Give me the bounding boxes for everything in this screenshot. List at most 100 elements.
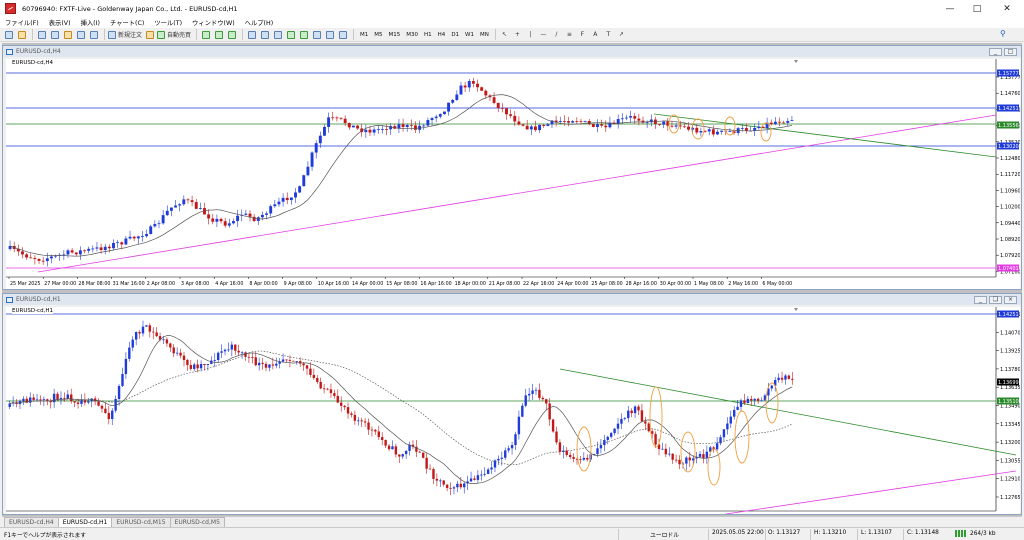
vertical-line-icon[interactable]: |	[525, 29, 536, 41]
candle-body	[633, 406, 637, 414]
cursor-icon[interactable]: ↖	[499, 29, 510, 41]
timeframe-h4[interactable]: H4	[435, 32, 449, 38]
candle-body	[778, 121, 781, 123]
chart-symbol-label: EURUSD-cd,H4	[12, 60, 53, 66]
timeframe-m5[interactable]: M5	[371, 32, 385, 38]
chart-window-h1[interactable]: EURUSD-cd,H1 _❏× EURUSD-cd,H1 1.14251 1.1…	[2, 293, 1022, 515]
chart-window-titlebar[interactable]: EURUSD-cd,H1 _ ❏ ×	[3, 294, 1021, 305]
horizontal-line-icon[interactable]: —	[538, 29, 549, 41]
chart-minimize-button[interactable]: _	[989, 47, 1002, 56]
h1-plot-area[interactable]: EURUSD-cd,H1 1.142511.140701.139251.1378…	[6, 307, 1020, 514]
terminal-icon[interactable]	[75, 29, 86, 41]
periods-icon[interactable]	[324, 29, 335, 41]
menu-chart[interactable]: チャート(C)	[105, 18, 149, 27]
menu-window[interactable]: ウィンドウ(W)	[187, 18, 240, 27]
menu-insert[interactable]: 挿入(I)	[76, 18, 105, 27]
candle-body	[372, 129, 376, 133]
zoom-in-icon[interactable]	[246, 29, 257, 41]
candle-body	[136, 236, 140, 239]
candle-body	[463, 85, 467, 88]
tile-icon[interactable]	[272, 29, 283, 41]
connection-status[interactable]: 264/3 kb	[955, 530, 996, 537]
templates-icon[interactable]	[337, 29, 348, 41]
window-titlebar[interactable]: 60796940: FXTF-Live - Goldenway Japan Co…	[0, 0, 1024, 17]
candle-body	[452, 487, 456, 489]
chart-restore-button[interactable]: ❏	[989, 295, 1002, 304]
chart-tab-h1[interactable]: EURUSD-cd,H1	[57, 517, 113, 527]
candle-body	[490, 467, 493, 470]
candle-body	[91, 248, 95, 250]
candle-body	[401, 454, 404, 457]
chart-close-button[interactable]: ×	[1004, 295, 1017, 304]
candle-chart-icon[interactable]	[213, 29, 224, 41]
zoom-out-icon[interactable]	[259, 29, 270, 41]
price-marker-label: 1.13699	[998, 380, 1019, 386]
chart-tab-h4[interactable]: EURUSD-cd,H4	[4, 517, 59, 527]
candle-body	[582, 457, 586, 460]
label-icon[interactable]: T	[603, 29, 614, 41]
candle-body	[739, 400, 743, 407]
chart-minimize-button[interactable]: _	[974, 295, 987, 304]
scroll-icon[interactable]	[285, 29, 296, 41]
chart-window-h4[interactable]: EURUSD-cd,H4 _ □ EURUSD-cd,H4 1.15777 1.14…	[2, 45, 1022, 290]
candle-body	[363, 421, 367, 423]
shift-icon[interactable]	[298, 29, 309, 41]
timeframe-mn[interactable]: MN	[477, 32, 492, 38]
auto-trading-button[interactable]: 自動売買	[157, 29, 191, 41]
close-button[interactable]: ✕	[992, 0, 1022, 17]
timeframe-m30[interactable]: M30	[403, 32, 421, 38]
fibonacci-icon[interactable]: F	[577, 29, 588, 41]
chart-tab-m15[interactable]: EURUSD-cd,M15	[111, 517, 171, 527]
candle-body	[562, 121, 566, 122]
channel-icon[interactable]: ≡	[564, 29, 575, 41]
candle-body	[483, 473, 486, 475]
candle-body	[370, 429, 374, 431]
h4-plot-area[interactable]: EURUSD-cd,H4 1.157771.147601.142511.1400…	[6, 59, 1020, 289]
candle-body	[750, 398, 753, 401]
tester-icon[interactable]	[88, 29, 99, 41]
candle-body	[722, 429, 726, 438]
candle-body	[353, 414, 357, 421]
timeframe-w1[interactable]: W1	[462, 32, 477, 38]
time-tick-label: 4 Apr 16:00	[215, 281, 243, 287]
data-window-icon[interactable]	[49, 29, 60, 41]
indicators-icon[interactable]	[311, 29, 322, 41]
market-watch-icon[interactable]	[36, 29, 47, 41]
crosshair-icon[interactable]: +	[512, 29, 523, 41]
chart-window-titlebar[interactable]: EURUSD-cd,H4 _ □	[3, 46, 1021, 57]
timeframe-m15[interactable]: M15	[386, 32, 404, 38]
arrows-icon[interactable]: ↗	[616, 29, 627, 41]
line-chart-icon[interactable]	[226, 29, 237, 41]
window-title: 60796940: FXTF-Live - Goldenway Japan Co…	[22, 4, 238, 13]
chart-maximize-button[interactable]: □	[1004, 47, 1017, 56]
trendline-icon[interactable]: ∕	[551, 29, 562, 41]
navigator-icon[interactable]	[62, 29, 73, 41]
time-tick-label: 2 May 16:00	[728, 281, 758, 287]
new-order-button[interactable]: 新規注文	[108, 29, 142, 41]
maximize-button[interactable]: □	[962, 0, 992, 17]
menu-view[interactable]: 表示(V)	[44, 18, 76, 27]
search-icon[interactable]: ⚲	[1000, 29, 1010, 39]
status-profile[interactable]: ユーロドル	[650, 530, 679, 539]
timeframe-d1[interactable]: D1	[448, 32, 462, 38]
candle-body	[326, 388, 329, 390]
new-chart-icon[interactable]	[3, 29, 14, 41]
price-tick-label: 1.13780	[1000, 367, 1020, 373]
bar-chart-icon[interactable]	[200, 29, 211, 41]
candle-body	[323, 126, 326, 136]
menu-file[interactable]: ファイル(F)	[0, 18, 44, 27]
timeframe-h1[interactable]: H1	[421, 32, 435, 38]
candle-body	[161, 215, 165, 224]
metaeditor-icon[interactable]	[144, 29, 155, 41]
candle-body	[285, 197, 289, 201]
menu-tools[interactable]: ツール(T)	[149, 18, 187, 27]
text-icon[interactable]: A	[590, 29, 601, 41]
menu-help[interactable]: ヘルプ(H)	[240, 18, 279, 27]
chart-tab-m5[interactable]: EURUSD-cd,M5	[169, 517, 225, 527]
timeframe-m1[interactable]: M1	[357, 32, 371, 38]
profiles-icon[interactable]	[16, 29, 27, 41]
candle-body	[782, 122, 786, 124]
candle-body	[186, 199, 190, 201]
minimize-button[interactable]: —	[935, 0, 965, 17]
candle-body	[87, 248, 91, 251]
